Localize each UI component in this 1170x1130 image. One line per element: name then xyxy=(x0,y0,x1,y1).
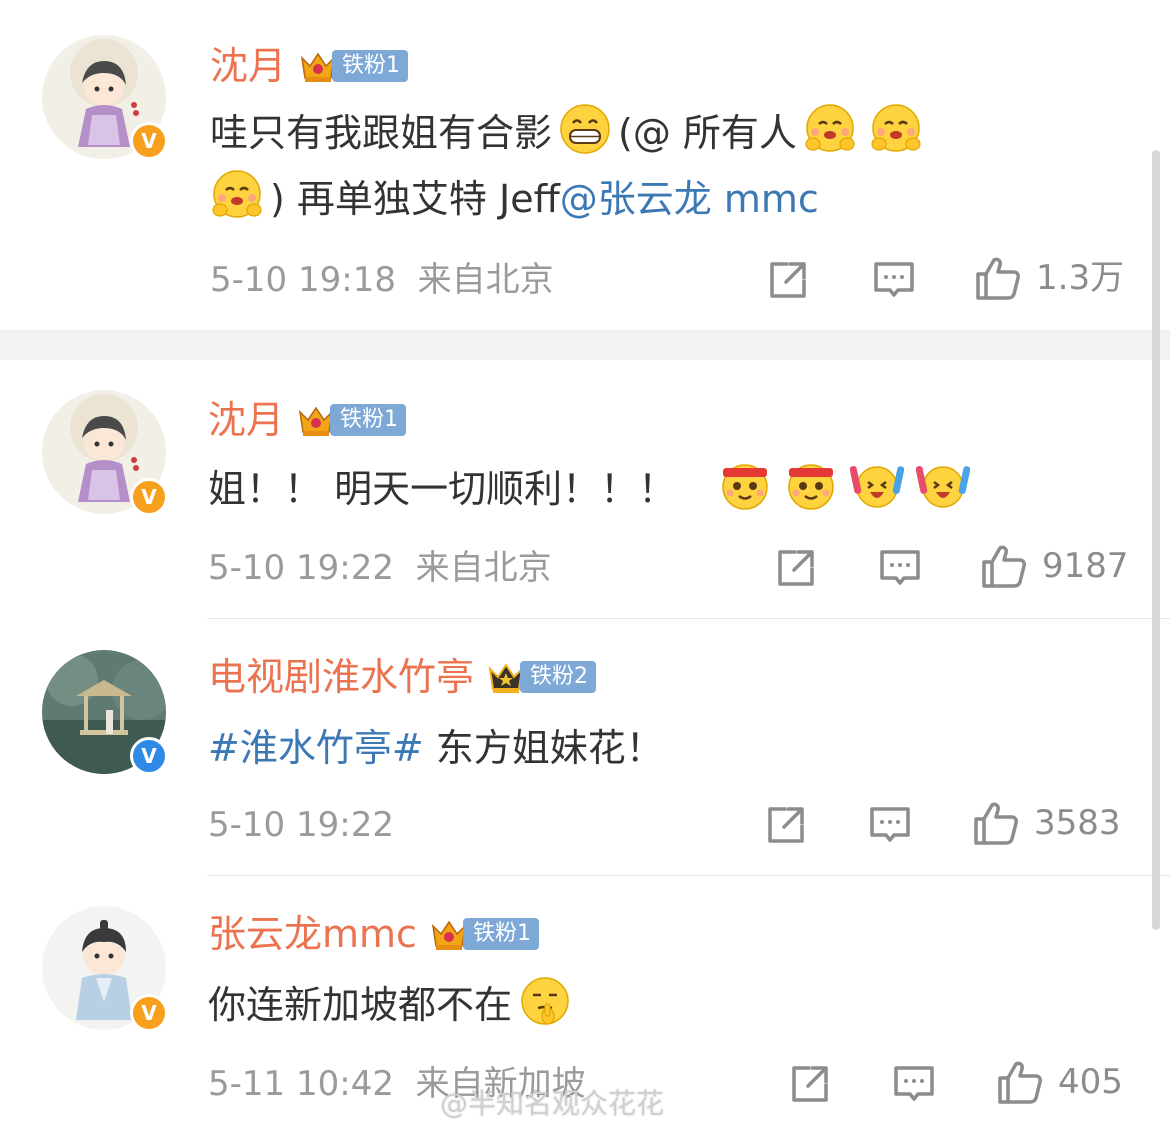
name-row: 张云龙mmc 铁粉1 xyxy=(208,910,539,958)
like-button[interactable]: 9187 xyxy=(980,542,1129,590)
comment-item: V 沈月 铁粉1 哇只有我跟姐有合影 (@ 所有人 ) 再单独艾特 Jeff@张云… xyxy=(0,0,1170,330)
section-divider xyxy=(0,330,1170,360)
hug-emoji-icon xyxy=(869,102,923,156)
like-button[interactable]: 1.3万 xyxy=(974,254,1124,302)
timestamp: 5-11 10:42 xyxy=(208,1064,394,1104)
mention-link[interactable]: @张云龙 mmc xyxy=(560,177,819,221)
comment-meta: 5-10 19:22 xyxy=(208,805,394,845)
comment-text: 你连新加坡都不在 xyxy=(208,972,578,1038)
shush-emoji-icon xyxy=(518,974,572,1028)
comment-text-part: 姐！！ 明天一切顺利！！！ xyxy=(208,467,677,511)
fans-emoji-icon xyxy=(916,458,970,512)
fan-badge-label: 铁粉1 xyxy=(332,50,409,82)
location: 来自北京 xyxy=(415,548,552,588)
cheer-emoji-icon xyxy=(784,458,838,512)
comment-meta: 5-10 19:22 来自北京 xyxy=(208,548,552,588)
fan-badge[interactable]: 铁粉2 xyxy=(486,659,597,695)
comment-text-part: 你连新加坡都不在 xyxy=(208,983,513,1027)
name-row: 沈月 铁粉1 xyxy=(208,396,407,444)
scrollbar[interactable] xyxy=(1152,150,1160,930)
comment-text: #淮水竹亭# 东方姐妹花！ xyxy=(208,715,664,781)
thumbs-up-icon xyxy=(972,799,1020,847)
comment-meta: 5-10 19:18 来自北京 xyxy=(210,260,554,300)
watermark: @半知名观众花花 xyxy=(440,1087,665,1120)
timestamp: 5-10 19:22 xyxy=(208,805,394,845)
comment-text-part: 哇只有我跟姐有合影 xyxy=(210,111,553,155)
reply-button[interactable] xyxy=(872,258,916,302)
repost-button[interactable] xyxy=(766,258,810,302)
repost-icon xyxy=(764,803,808,847)
repost-icon xyxy=(766,258,810,302)
comment-text-part: ) 再单独艾特 Jeff xyxy=(270,177,560,221)
repost-icon xyxy=(788,1062,832,1106)
like-button[interactable]: 3583 xyxy=(972,799,1121,847)
reply-button[interactable] xyxy=(892,1062,936,1106)
repost-button[interactable] xyxy=(764,803,808,847)
verified-v-icon: V xyxy=(130,478,168,516)
comment-item: V 电视剧淮水竹亭 铁粉2 #淮水竹亭# 东方姐妹花！ 5-10 19:22 3… xyxy=(0,619,1170,875)
timestamp: 5-10 19:22 xyxy=(208,548,394,588)
thumbs-up-icon xyxy=(996,1058,1044,1106)
topic-hashtag-link[interactable]: #淮水竹亭# xyxy=(208,726,424,770)
comment-icon xyxy=(892,1062,936,1106)
hug-emoji-icon xyxy=(210,168,264,222)
fan-badge-label: 铁粉2 xyxy=(520,661,597,693)
fans-emoji-icon xyxy=(850,458,904,512)
fan-badge-label: 铁粉1 xyxy=(330,404,407,436)
thumbs-up-icon xyxy=(980,542,1028,590)
reply-button[interactable] xyxy=(868,803,912,847)
cheer-emoji-icon xyxy=(718,458,772,512)
fan-badge-label: 铁粉1 xyxy=(462,918,539,950)
like-count: 3583 xyxy=(1034,803,1121,843)
comment-icon xyxy=(872,258,916,302)
reply-button[interactable] xyxy=(878,546,922,590)
hug-emoji-icon xyxy=(803,102,857,156)
repost-button[interactable] xyxy=(788,1062,832,1106)
location: 来自北京 xyxy=(417,260,554,300)
username[interactable]: 沈月 xyxy=(208,396,284,444)
comment-icon xyxy=(868,803,912,847)
name-row: 沈月 铁粉1 xyxy=(210,42,409,90)
comment-text-part: 东方姐妹花！ xyxy=(435,726,664,770)
thumbs-up-icon xyxy=(974,254,1022,302)
fan-badge[interactable]: 铁粉1 xyxy=(298,48,409,84)
fan-badge[interactable]: 铁粉1 xyxy=(429,916,539,952)
verified-v-icon: V xyxy=(130,122,168,160)
comment-item: V 沈月 铁粉1 姐！！ 明天一切顺利！！！ 5-10 19:22 来自北京 9… xyxy=(0,360,1170,618)
fan-badge[interactable]: 铁粉1 xyxy=(296,402,407,438)
username[interactable]: 张云龙mmc xyxy=(208,910,417,958)
name-row: 电视剧淮水竹亭 铁粉2 xyxy=(208,653,597,701)
like-button[interactable]: 405 xyxy=(996,1058,1123,1106)
repost-button[interactable] xyxy=(774,546,818,590)
username[interactable]: 电视剧淮水竹亭 xyxy=(208,653,474,701)
grin-emoji-icon xyxy=(558,102,612,156)
timestamp: 5-10 19:18 xyxy=(210,260,396,300)
like-count: 405 xyxy=(1058,1062,1123,1102)
username[interactable]: 沈月 xyxy=(210,42,286,90)
comment-text: 哇只有我跟姐有合影 (@ 所有人 xyxy=(210,100,929,166)
repost-icon xyxy=(774,546,818,590)
like-count: 1.3万 xyxy=(1036,258,1125,298)
verified-v-icon: V xyxy=(130,994,168,1032)
comment-text-line2: ) 再单独艾特 Jeff@张云龙 mmc xyxy=(210,166,819,232)
comment-text: 姐！！ 明天一切顺利！！！ xyxy=(208,456,976,522)
comment-icon xyxy=(878,546,922,590)
like-count: 9187 xyxy=(1042,546,1129,586)
verified-v-icon: V xyxy=(130,737,168,775)
comment-text-part: (@ 所有人 xyxy=(618,111,797,155)
